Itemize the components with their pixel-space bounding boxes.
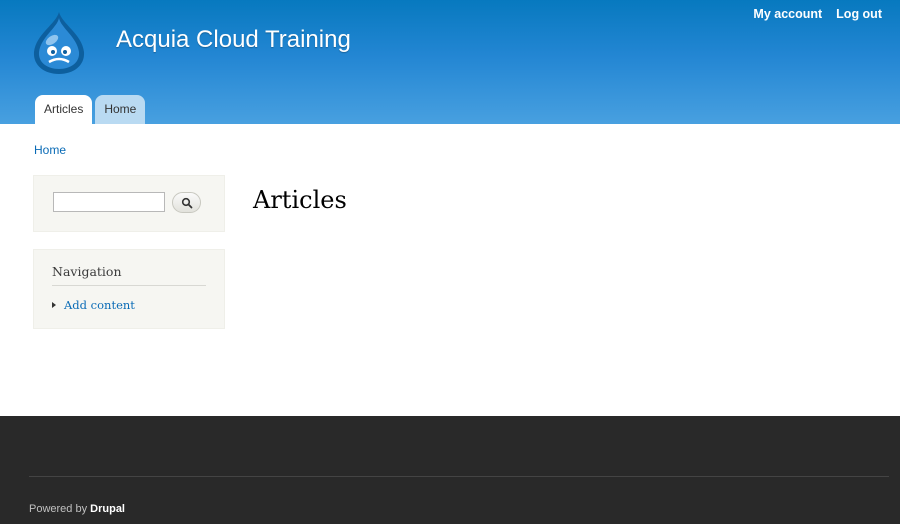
- search-input[interactable]: [53, 192, 165, 212]
- my-account-link[interactable]: My account: [753, 7, 822, 21]
- footer-credit: Powered by Drupal: [29, 503, 125, 515]
- drupal-drop-icon[interactable]: [30, 10, 88, 76]
- site-footer: Powered by Drupal: [0, 416, 900, 524]
- footer-divider: [29, 476, 889, 477]
- log-out-link[interactable]: Log out: [836, 7, 882, 21]
- site-name[interactable]: Acquia Cloud Training: [116, 26, 351, 54]
- page-title: Articles: [253, 186, 347, 214]
- site-header: Acquia Cloud Training My account Log out…: [0, 0, 900, 124]
- drupal-link[interactable]: Drupal: [90, 503, 125, 515]
- nav-item-add-content[interactable]: Add content: [52, 298, 135, 312]
- main-menu-tabs: Articles Home: [35, 95, 146, 124]
- breadcrumb-home-link[interactable]: Home: [34, 143, 66, 157]
- bullet-arrow-icon: [52, 302, 56, 308]
- tab-home[interactable]: Home: [95, 95, 146, 124]
- navigation-block: Navigation Add content: [33, 249, 225, 329]
- powered-by-text: Powered by: [29, 503, 88, 515]
- search-icon: [181, 197, 193, 209]
- search-button[interactable]: [172, 192, 201, 213]
- secondary-menu: My account Log out: [753, 7, 882, 21]
- tab-articles[interactable]: Articles: [35, 95, 93, 124]
- search-block: [33, 175, 225, 232]
- navigation-title: Navigation: [52, 264, 206, 286]
- add-content-link[interactable]: Add content: [64, 298, 135, 312]
